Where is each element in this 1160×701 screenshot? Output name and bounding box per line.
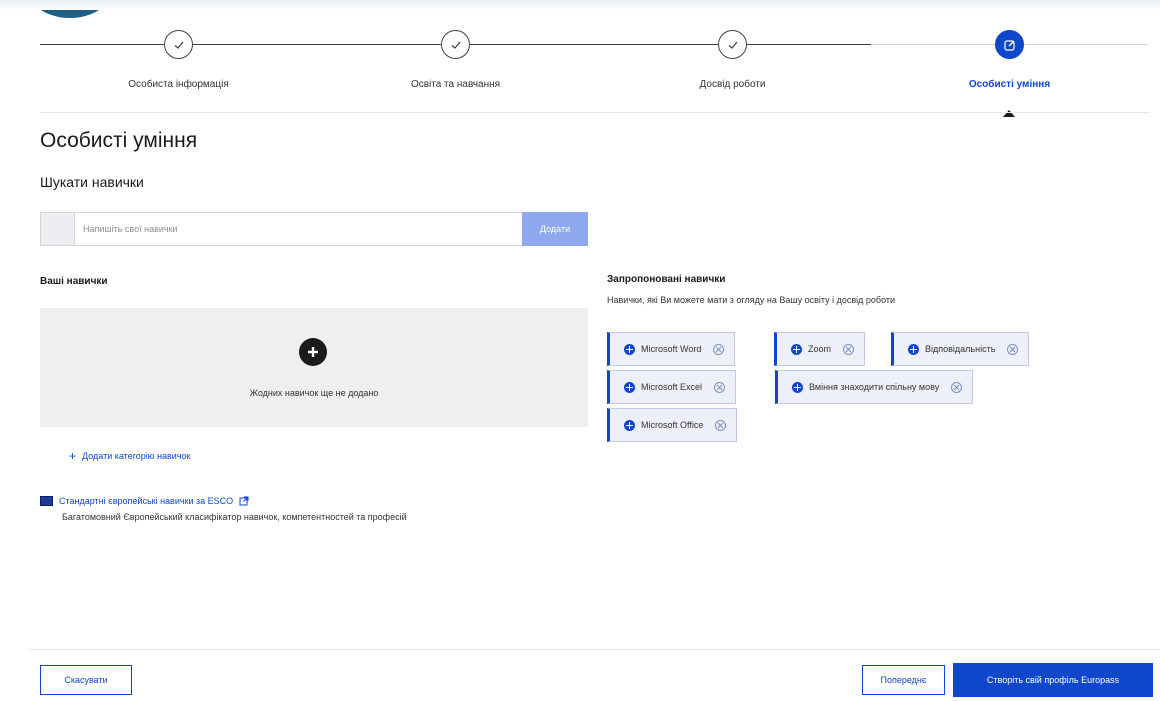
page-title: Особисті уміння [40, 129, 198, 152]
search-section-title: Шукати навички [40, 174, 144, 190]
add-circle-icon[interactable] [299, 338, 327, 366]
dismiss-icon[interactable] [1007, 343, 1019, 355]
step-line [594, 44, 718, 45]
chip-label: Microsoft Excel [641, 382, 703, 392]
step-line [871, 44, 995, 45]
progress-stepper: Особиста інформація Освіта та навчання Д… [40, 22, 1150, 120]
suggested-skills-title: Запропоновані навички [607, 274, 726, 285]
footer-divider [30, 649, 1160, 650]
check-icon [728, 41, 737, 49]
step-line [470, 44, 594, 45]
chip-label: Вміння знаходити спільну мову [809, 382, 940, 392]
step-label: Досвід роботи [699, 79, 766, 90]
add-icon [624, 343, 635, 355]
suggested-skill-chip[interactable]: Microsoft Office [607, 408, 738, 442]
check-icon [174, 41, 183, 49]
dismiss-icon[interactable] [713, 343, 725, 355]
esco-description: Багатомовний Європейський класифікатор н… [62, 512, 407, 522]
external-link-icon[interactable] [239, 496, 249, 506]
chip-label: Zoom [808, 344, 832, 354]
suggested-skill-chip[interactable]: Microsoft Excel [607, 370, 737, 404]
esco-link[interactable]: Стандартні європейські навички за ESCO [59, 496, 233, 506]
suggested-skills-subtitle: Навички, які Ви можете мати з огляду на … [607, 295, 896, 305]
add-skill-button[interactable]: Додати [522, 212, 588, 246]
suggested-skill-chip[interactable]: Відповідальність [891, 332, 1030, 366]
add-icon [624, 419, 635, 431]
step-circle [164, 30, 193, 59]
step-work-experience[interactable]: Досвід роботи [594, 22, 871, 120]
step-line [317, 44, 441, 45]
step-line [40, 44, 164, 45]
dismiss-icon[interactable] [715, 419, 727, 431]
plus-icon: + [69, 449, 77, 463]
step-label: Особиста інформація [128, 79, 229, 90]
skills-empty-state: Жодних навичок ще не додано [40, 308, 588, 427]
step-label: Освіта та навчання [410, 79, 501, 90]
your-skills-title: Ваші навички [40, 276, 108, 287]
empty-state-text: Жодних навичок ще не додано [249, 388, 379, 398]
top-shadow [0, 0, 1160, 10]
step-circle-active [995, 30, 1024, 59]
step-line [1024, 44, 1148, 45]
chip-label: Microsoft Office [641, 420, 704, 430]
check-icon [451, 41, 460, 49]
step-circle [718, 30, 747, 59]
previous-button[interactable]: Попереднє [862, 665, 945, 695]
suggested-skill-chip[interactable]: Microsoft Word [607, 332, 736, 366]
search-prefix [40, 212, 74, 246]
add-icon [624, 381, 635, 393]
add-icon [792, 381, 803, 393]
edit-icon [1003, 39, 1015, 51]
step-personal-skills[interactable]: Особисті уміння [871, 22, 1148, 120]
cancel-button[interactable]: Скасувати [40, 665, 132, 695]
suggested-skill-chip[interactable]: Zoom [774, 332, 866, 366]
skill-search: Додати [40, 212, 588, 246]
chip-label: Microsoft Word [641, 344, 702, 354]
divider [40, 112, 1150, 113]
step-label: Особисті уміння [968, 79, 1051, 90]
dismiss-icon[interactable] [951, 381, 963, 393]
create-profile-button[interactable]: Створіть свій профіль Europass [953, 663, 1153, 697]
step-circle [441, 30, 470, 59]
step-personal-info[interactable]: Особиста інформація [40, 22, 317, 120]
step-education[interactable]: Освіта та навчання [317, 22, 594, 120]
step-line [747, 44, 871, 45]
suggested-skill-chip[interactable]: Вміння знаходити спільну мову [775, 370, 974, 404]
add-icon [908, 343, 919, 355]
add-category-label: Додати категорію навичок [82, 451, 191, 461]
esco-info: Стандартні європейські навички за ESCO Б… [40, 496, 600, 522]
skill-search-input[interactable] [74, 212, 523, 246]
dismiss-icon[interactable] [843, 343, 855, 355]
eu-flag-icon [40, 496, 53, 506]
chip-label: Відповідальність [925, 344, 996, 354]
add-icon [791, 343, 802, 355]
step-line [193, 44, 317, 45]
add-category-link[interactable]: + Додати категорію навичок [69, 449, 190, 463]
dismiss-icon[interactable] [714, 381, 726, 393]
